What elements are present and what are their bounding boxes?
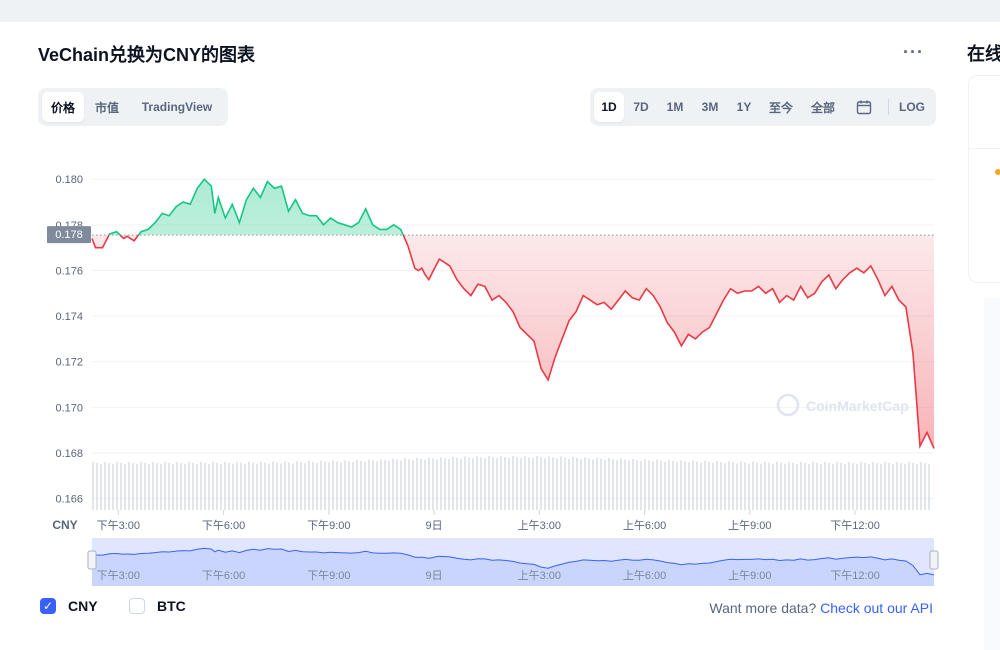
range-navigator[interactable]: 下午3:00 下午6:00 下午9:00 9日 上午3:00 上午6:00 上午9:00 下午… (87, 538, 939, 586)
volume-bars (92, 456, 930, 510)
more-data-note: Want more data? Check out our API (709, 600, 933, 616)
x-tick-label: 9日 (426, 520, 443, 532)
x-tick-label: 下午9:00 (307, 519, 350, 532)
x-tick-label: 下午3:00 (97, 519, 140, 532)
y-tick-label: 0.180 (55, 174, 83, 186)
x-tick-label: 下午12:00 (830, 519, 880, 532)
more-data-text: Want more data? (709, 600, 817, 616)
watermark-logo-icon (776, 393, 800, 417)
watermark-text: CoinMarketCap (806, 398, 909, 414)
price-chart[interactable]: 0.180 0.178 0.176 0.174 0.172 0.170 0.168 0.166… (0, 0, 1000, 650)
legend-cny-label: CNY (68, 598, 98, 614)
current-price-label: 0.178 (55, 229, 83, 241)
navigator-left-handle[interactable] (87, 550, 97, 570)
y-tick-label: 0.174 (55, 311, 83, 323)
x-axis-labels: 下午3:00 下午6:00 下午9:00 9日 上午3:00 上午6:00 上午9:00 下午… (97, 510, 880, 532)
navigator-tick-label: 上午9:00 (728, 569, 771, 582)
navigator-tick-label: 下午6:00 (202, 569, 245, 582)
navigator-tick-label: 上午6:00 (623, 569, 666, 582)
legend-btc[interactable]: BTC (129, 598, 186, 614)
api-link[interactable]: Check out our API (820, 600, 933, 616)
navigator-tick-label: 上午3:00 (518, 569, 561, 582)
watermark: CoinMarketCap (776, 393, 909, 417)
navigator-tick-label: 下午3:00 (97, 569, 140, 582)
x-tick-label: 上午6:00 (623, 519, 666, 532)
navigator-right-handle[interactable] (929, 550, 939, 570)
current-price-tag: 0.178 (47, 226, 91, 244)
x-tick-label: 上午9:00 (728, 519, 771, 532)
y-tick-label: 0.176 (55, 265, 83, 277)
y-axis-labels: 0.180 0.178 0.176 0.174 0.172 0.170 0.168 0.166 (55, 174, 83, 505)
legend-btc-label: BTC (157, 598, 186, 614)
legend-cny[interactable]: ✓ CNY (40, 598, 98, 614)
currency-axis-label: CNY (52, 518, 77, 532)
navigator-tick-label: 下午9:00 (307, 569, 350, 582)
cny-checkbox[interactable]: ✓ (40, 598, 56, 614)
y-tick-label: 0.166 (55, 494, 83, 506)
navigator-tick-label: 9日 (426, 570, 443, 582)
y-tick-label: 0.168 (55, 448, 83, 460)
btc-checkbox[interactable] (129, 598, 145, 614)
navigator-tick-label: 下午12:00 (830, 569, 880, 582)
x-tick-label: 下午6:00 (202, 519, 245, 532)
x-tick-label: 上午3:00 (518, 519, 561, 532)
y-tick-label: 0.172 (55, 357, 83, 369)
y-tick-label: 0.170 (55, 402, 83, 414)
